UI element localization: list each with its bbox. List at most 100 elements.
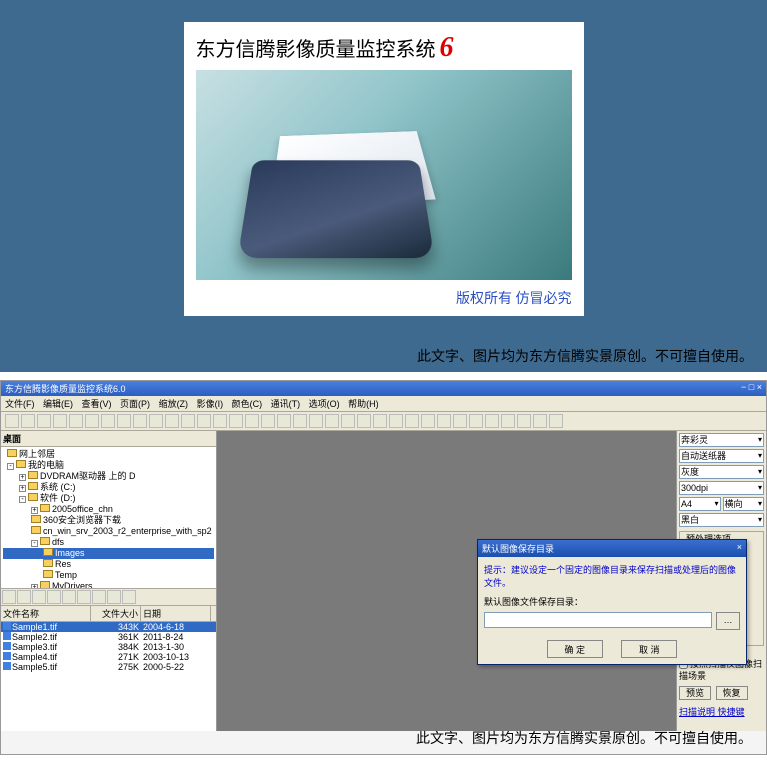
- menu-page[interactable]: 页面(P): [120, 399, 150, 409]
- menu-image[interactable]: 影像(I): [197, 399, 224, 409]
- dpi-dropdown[interactable]: 300dpi: [679, 481, 764, 495]
- tree-item[interactable]: +DVDRAM驱动器 上的 D: [3, 471, 214, 482]
- tb-icon[interactable]: [293, 414, 307, 428]
- tree-item[interactable]: -dfs: [3, 537, 214, 548]
- tb-icon[interactable]: [133, 414, 147, 428]
- tb-icon[interactable]: [245, 414, 259, 428]
- tb-icon[interactable]: [469, 414, 483, 428]
- mtb-icon[interactable]: [62, 590, 76, 604]
- tree-item[interactable]: +2005office_chn: [3, 504, 214, 515]
- mtb-icon[interactable]: [2, 590, 16, 604]
- col-name[interactable]: 文件名称: [1, 606, 91, 621]
- tree-item[interactable]: -我的电脑: [3, 460, 214, 471]
- tb-icon[interactable]: [101, 414, 115, 428]
- tb-icon[interactable]: [229, 414, 243, 428]
- copyright-text: 版权所有 仿冒必究: [196, 288, 572, 308]
- size-dropdown[interactable]: A4: [679, 497, 721, 511]
- col-date[interactable]: 日期: [141, 606, 211, 621]
- tree-item[interactable]: 网上邻居: [3, 449, 214, 460]
- bw-dropdown[interactable]: 黑白: [679, 513, 764, 527]
- window-controls[interactable]: − □ ×: [741, 382, 762, 395]
- file-row[interactable]: Sample5.tif275K2000-5-22: [1, 662, 216, 672]
- tree-item[interactable]: Res: [3, 559, 214, 570]
- mtb-icon[interactable]: [17, 590, 31, 604]
- hotkey-link[interactable]: 快捷键: [718, 707, 745, 717]
- tb-icon[interactable]: [181, 414, 195, 428]
- cancel-button[interactable]: 取 消: [621, 640, 677, 658]
- menu-view[interactable]: 查看(V): [82, 399, 112, 409]
- tb-icon[interactable]: [213, 414, 227, 428]
- tree-item[interactable]: Images: [3, 548, 214, 559]
- scanner-dropdown[interactable]: 奔彩灵: [679, 433, 764, 447]
- col-size[interactable]: 文件大小: [91, 606, 141, 621]
- tb-icon[interactable]: [37, 414, 51, 428]
- tb-icon[interactable]: [53, 414, 67, 428]
- tb-icon[interactable]: [405, 414, 419, 428]
- tb-icon[interactable]: [389, 414, 403, 428]
- folder-input[interactable]: [484, 612, 712, 628]
- mtb-icon[interactable]: [122, 590, 136, 604]
- file-row[interactable]: Sample2.tif361K2011-8-24: [1, 632, 216, 642]
- tb-icon[interactable]: [437, 414, 451, 428]
- menu-color[interactable]: 颜色(C): [232, 399, 263, 409]
- dialog-close-icon[interactable]: ×: [737, 542, 742, 555]
- tb-icon[interactable]: [373, 414, 387, 428]
- tb-icon[interactable]: [421, 414, 435, 428]
- file-row[interactable]: Sample1.tif343K2004-6-18: [1, 622, 216, 632]
- tb-icon[interactable]: [85, 414, 99, 428]
- menu-help[interactable]: 帮助(H): [348, 399, 379, 409]
- tree-item[interactable]: 360安全浏览器下载: [3, 515, 214, 526]
- file-list[interactable]: 文件名称 文件大小 日期 Sample1.tif343K2004-6-18Sam…: [1, 606, 216, 731]
- tb-icon[interactable]: [261, 414, 275, 428]
- tb-icon[interactable]: [117, 414, 131, 428]
- orient-dropdown[interactable]: 横向: [723, 497, 765, 511]
- tb-icon[interactable]: [325, 414, 339, 428]
- tb-icon[interactable]: [197, 414, 211, 428]
- tb-icon[interactable]: [357, 414, 371, 428]
- tb-icon[interactable]: [5, 414, 19, 428]
- mtb-icon[interactable]: [92, 590, 106, 604]
- feeder-dropdown[interactable]: 自动送纸器: [679, 449, 764, 463]
- file-row[interactable]: Sample3.tif384K2013-1-30: [1, 642, 216, 652]
- preview-button[interactable]: 预览: [679, 686, 711, 700]
- tree-item[interactable]: -软件 (D:): [3, 493, 214, 504]
- menubar[interactable]: 文件(F) 编辑(E) 查看(V) 页面(P) 缩放(Z) 影像(I) 颜色(C…: [1, 396, 766, 412]
- mini-toolbar: [1, 589, 216, 606]
- ok-button[interactable]: 确 定: [547, 640, 603, 658]
- tb-icon[interactable]: [165, 414, 179, 428]
- scanner-illustration: [196, 70, 572, 280]
- tb-icon[interactable]: [501, 414, 515, 428]
- menu-file[interactable]: 文件(F): [5, 399, 35, 409]
- tb-icon[interactable]: [453, 414, 467, 428]
- menu-edit[interactable]: 编辑(E): [43, 399, 73, 409]
- menu-options[interactable]: 选项(O): [309, 399, 340, 409]
- mtb-icon[interactable]: [77, 590, 91, 604]
- app-window: 东方信腾影像质量监控系统6.0 − □ × 文件(F) 编辑(E) 查看(V) …: [0, 380, 767, 755]
- file-list-header: 文件名称 文件大小 日期: [1, 606, 216, 622]
- menu-comm[interactable]: 通讯(T): [271, 399, 301, 409]
- tb-icon[interactable]: [277, 414, 291, 428]
- mtb-icon[interactable]: [32, 590, 46, 604]
- scan-help-link[interactable]: 扫描说明: [679, 707, 715, 717]
- browse-button[interactable]: …: [716, 612, 740, 630]
- folder-tree[interactable]: 桌面 网上邻居-我的电脑+DVDRAM驱动器 上的 D+系统 (C:)-软件 (…: [1, 431, 216, 589]
- tree-item[interactable]: +MyDrivers: [3, 581, 214, 589]
- tree-item[interactable]: Temp: [3, 570, 214, 581]
- tb-icon[interactable]: [341, 414, 355, 428]
- file-row[interactable]: Sample4.tif271K2003-10-13: [1, 652, 216, 662]
- tb-icon[interactable]: [69, 414, 83, 428]
- tb-icon[interactable]: [533, 414, 547, 428]
- mtb-icon[interactable]: [47, 590, 61, 604]
- tb-icon[interactable]: [485, 414, 499, 428]
- tree-item[interactable]: +系统 (C:): [3, 482, 214, 493]
- mtb-icon[interactable]: [107, 590, 121, 604]
- tb-icon[interactable]: [21, 414, 35, 428]
- menu-zoom[interactable]: 缩放(Z): [159, 399, 189, 409]
- color-dropdown[interactable]: 灰度: [679, 465, 764, 479]
- tb-icon[interactable]: [549, 414, 563, 428]
- restore-button[interactable]: 恢复: [716, 686, 748, 700]
- tree-item[interactable]: cn_win_srv_2003_r2_enterprise_with_sp2: [3, 526, 214, 537]
- tb-icon[interactable]: [149, 414, 163, 428]
- tb-icon[interactable]: [309, 414, 323, 428]
- tb-icon[interactable]: [517, 414, 531, 428]
